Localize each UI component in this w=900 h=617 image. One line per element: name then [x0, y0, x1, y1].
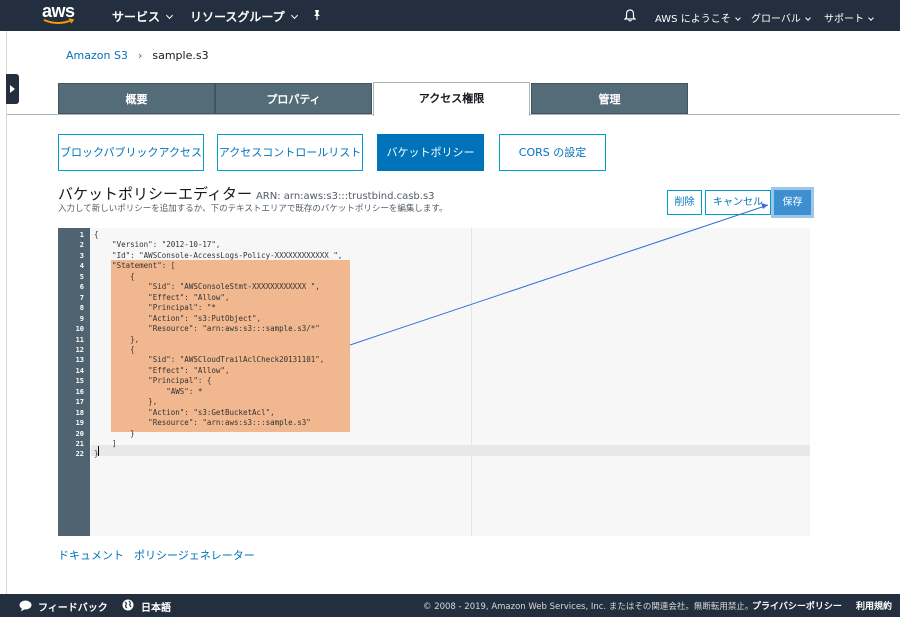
- aws-smile-icon: [43, 18, 75, 24]
- line-number: 12: [75, 345, 84, 354]
- line-number: 6: [79, 283, 84, 292]
- account-menu[interactable]: AWS にようこそ: [655, 10, 741, 25]
- line-number: 10: [75, 325, 84, 334]
- code-line: "AWS": *: [94, 386, 203, 396]
- aws-logo[interactable]: aws: [42, 1, 76, 28]
- aws-logo-text: aws: [42, 1, 75, 21]
- code-line: "Principal": {: [94, 376, 212, 386]
- editor-title: バケットポリシーエディター: [58, 185, 252, 203]
- code-line: "Action": "s3:GetBucketAcl",: [94, 407, 275, 417]
- bell-icon[interactable]: [624, 9, 636, 22]
- code-line: "Id": "AWSConsole-AccessLogs-Policy-XXXX…: [94, 250, 343, 260]
- support-menu[interactable]: サポート: [824, 10, 874, 25]
- line-number: 11: [75, 335, 84, 344]
- breadcrumb-separator: ›: [137, 49, 143, 62]
- tab-permissions[interactable]: アクセス権限: [373, 82, 530, 116]
- resource-groups-label: リソースグループ: [190, 10, 285, 24]
- subtab-access-control-list[interactable]: アクセスコントロールリスト: [217, 134, 363, 171]
- cancel-button[interactable]: キャンセル: [705, 190, 771, 215]
- line-number-gutter: 1 2 3 4 5 6 7 8 9 10 11 12 13 14 15 16 17 18 19 20 21 22: [58, 228, 90, 536]
- code-line: "Action": "s3:PutObject",: [94, 313, 262, 323]
- line-number: 19: [75, 419, 84, 428]
- documentation-link[interactable]: ドキュメント: [58, 547, 124, 563]
- code-line: }: [94, 428, 135, 438]
- speech-bubble-icon: [19, 600, 32, 612]
- code-line: "Sid": "AWSCloudTrailAclCheck20131101",: [94, 355, 325, 365]
- policy-code-editor[interactable]: 1 2 3 4 5 6 7 8 9 10 11 12 13 14 15 16 17 18 19 20 21 22 { "V…: [58, 228, 810, 536]
- region-label: グローバル: [751, 14, 801, 25]
- resource-groups-menu[interactable]: リソースグループ: [190, 8, 298, 25]
- line-number: 21: [75, 440, 84, 448]
- code-line: },: [94, 397, 158, 407]
- welcome-label: AWS にようこそ: [655, 14, 731, 25]
- tab-properties[interactable]: プロパティ: [215, 83, 372, 114]
- globe-icon: [122, 599, 134, 611]
- code-line: "Version": "2012-10-17",: [94, 240, 221, 250]
- code-line: "Resource": "arn:aws:s3:::sample.s3": [94, 418, 311, 428]
- delete-button[interactable]: 削除: [667, 190, 702, 215]
- support-label: サポート: [824, 14, 864, 25]
- subtab-bucket-policy[interactable]: バケットポリシー: [377, 134, 484, 171]
- line-number: 7: [79, 293, 84, 302]
- line-number: 16: [75, 387, 84, 396]
- code-line: "Statement": [: [94, 261, 176, 271]
- region-menu[interactable]: グローバル: [751, 10, 811, 25]
- text-cursor: [98, 446, 99, 456]
- sidebar-toggle-button[interactable]: [6, 74, 19, 104]
- code-line: "Resource": "arn:aws:s3:::sample.s3/*": [94, 324, 320, 334]
- breadcrumb-s3-link[interactable]: Amazon S3: [66, 49, 128, 62]
- terms-link[interactable]: 利用規約: [856, 599, 892, 612]
- privacy-policy-link[interactable]: プライバシーポリシー: [752, 599, 842, 612]
- code-line: },: [94, 334, 140, 344]
- footer: フィードバック 日本語 © 2008 - 2019, Amazon Web Se…: [0, 594, 900, 617]
- sidebar-edge: [6, 31, 7, 594]
- line-number: 8: [79, 304, 84, 313]
- code-line: "Sid": "AWSConsoleStmt-XXXXXXXXXXXX ",: [94, 282, 320, 292]
- tab-overview[interactable]: 概要: [58, 83, 215, 114]
- print-margin: [471, 228, 472, 536]
- code-line: {: [94, 230, 99, 239]
- chevron-down-icon: [290, 11, 298, 20]
- breadcrumb: Amazon S3 › sample.s3: [66, 49, 209, 62]
- chevron-down-icon: [165, 11, 174, 20]
- line-number: 9: [79, 314, 84, 323]
- save-button[interactable]: 保存: [774, 190, 811, 215]
- line-number: 3: [79, 251, 84, 260]
- pin-icon[interactable]: [312, 9, 322, 21]
- line-number: 1: [79, 231, 84, 239]
- chevron-down-icon: [805, 15, 811, 21]
- subtab-block-public-access[interactable]: ブロックパブリックアクセス: [58, 134, 204, 171]
- policy-generator-link[interactable]: ポリシージェネレーター: [134, 547, 255, 563]
- bucket-arn: ARN: arn:aws:s3:::trustbind.casb.s3: [255, 191, 435, 202]
- feedback-link[interactable]: フィードバック: [38, 599, 108, 614]
- code-line: "Effect": "Allow",: [94, 292, 230, 302]
- copyright-text: © 2008 - 2019, Amazon Web Services, Inc.…: [423, 602, 754, 612]
- line-number: 20: [75, 429, 84, 438]
- active-line-highlight: [91, 445, 810, 456]
- code-line: {: [94, 271, 135, 281]
- line-number: 22: [75, 450, 84, 459]
- services-label: サービス: [112, 10, 161, 24]
- breadcrumb-current: sample.s3: [152, 49, 209, 62]
- tab-management[interactable]: 管理: [531, 83, 688, 114]
- line-number: 13: [75, 356, 84, 365]
- language-selector[interactable]: 日本語: [141, 599, 171, 614]
- line-number: 15: [75, 377, 84, 386]
- line-number: 14: [75, 366, 84, 375]
- line-number: 17: [75, 398, 84, 407]
- code-line: "Principal": "*: [94, 303, 216, 313]
- chevron-down-icon: [868, 15, 874, 21]
- subtab-cors-configuration[interactable]: CORS の設定: [499, 134, 606, 171]
- code-line: "Effect": "Allow",: [94, 365, 230, 375]
- line-number: 5: [79, 272, 84, 281]
- line-number: 4: [79, 262, 84, 271]
- line-number: 18: [75, 408, 84, 417]
- services-menu[interactable]: サービス: [112, 8, 174, 25]
- chevron-down-icon: [734, 15, 741, 21]
- top-nav: aws サービス リソースグループ AWS にようこそ グローバル サポート: [0, 0, 900, 31]
- editor-heading: バケットポリシーエディター ARN: arn:aws:s3:::trustbind…: [58, 183, 435, 204]
- line-number: 2: [79, 241, 84, 250]
- editor-description: 入力して新しいポリシーを追加するか、下のテキストエリアで既存のバケットポリシーを…: [58, 204, 448, 214]
- code-line: {: [94, 344, 135, 354]
